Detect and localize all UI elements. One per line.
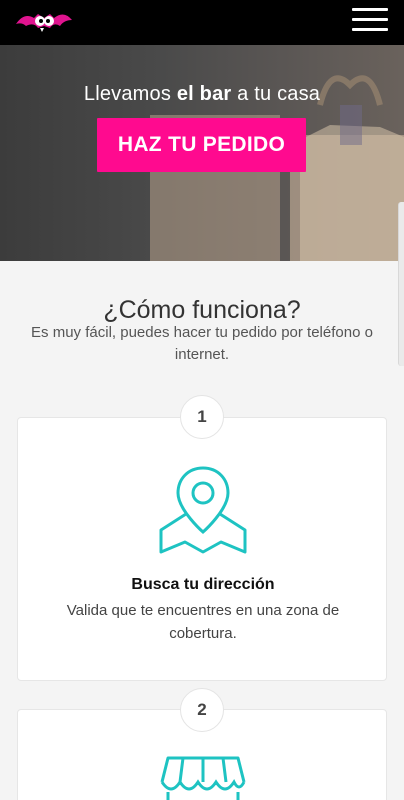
hero-banner: Llevamos el bar a tu casa HAZ TU PEDIDO — [0, 45, 404, 261]
step-title: Busca tu dirección — [131, 576, 275, 593]
hero-tagline: Llevamos el bar a tu casa — [83, 83, 321, 105]
section-title: ¿Cómo funciona? — [103, 296, 301, 324]
hamburger-menu-icon[interactable] — [352, 6, 388, 34]
map-pin-icon — [159, 466, 247, 554]
step-number-badge: 2 — [180, 688, 224, 732]
scroll-handle[interactable] — [398, 202, 404, 366]
storefront-awning-icon — [160, 756, 246, 800]
section-subtitle: Es muy fácil, puedes hacer tu pedido por… — [31, 324, 373, 363]
top-bar — [0, 0, 404, 45]
step-card-1: Busca tu dirección Valida que te encuent… — [17, 417, 387, 681]
step-number-badge: 1 — [180, 395, 224, 439]
bat-mascot-logo-icon[interactable] — [14, 4, 74, 42]
step-description: Valida que te encuentres en una zona de … — [66, 602, 340, 642]
order-now-button[interactable]: HAZ TU PEDIDO — [97, 118, 306, 172]
